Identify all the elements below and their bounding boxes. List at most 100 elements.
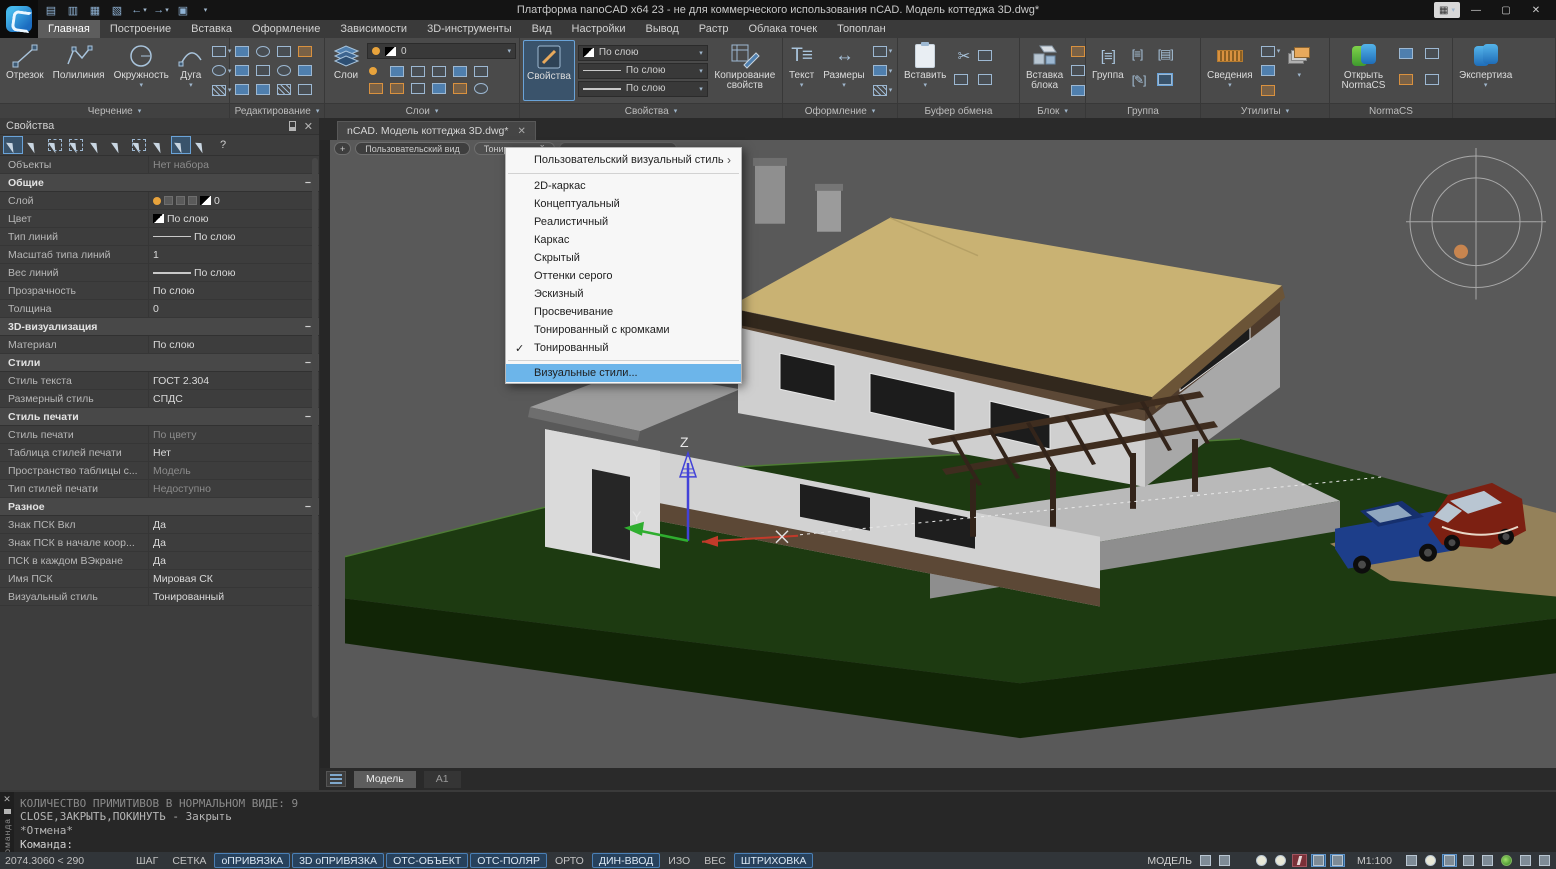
prop-row-layer[interactable]: Слой0 <box>0 192 319 210</box>
group-label-utilities[interactable]: Утилиты▾ <box>1201 103 1329 118</box>
prop-row-material[interactable]: МатериалПо слою <box>0 336 319 354</box>
group-label-layers[interactable]: Слои▾ <box>325 103 519 118</box>
toggle-3d-osnap[interactable]: 3D оПРИВЯЗКА <box>292 853 384 868</box>
prop-row-visual-style[interactable]: Визуальный стильТонированный <box>0 588 319 606</box>
command-pin-icon[interactable] <box>4 809 11 814</box>
collapse-icon[interactable]: − <box>305 321 311 333</box>
zoom-window-icon[interactable] <box>1442 854 1457 867</box>
prop-row-plot-style[interactable]: Стиль печатиПо цвету <box>0 426 319 444</box>
annotation-scale[interactable]: М1:100 <box>1357 855 1392 867</box>
select-box-button[interactable] <box>130 137 148 153</box>
explode-tool[interactable] <box>296 80 317 98</box>
ucs-status-icon[interactable] <box>1198 854 1213 867</box>
minimize-button[interactable]: — <box>1462 2 1490 18</box>
tab-constraints[interactable]: Зависимости <box>330 20 417 38</box>
prop-row-thickness[interactable]: Толщина0 <box>0 300 319 318</box>
group-label-normacs[interactable]: NormaCS <box>1330 103 1452 118</box>
prop-row-ucs-icon-on[interactable]: Знак ПСК ВклДа <box>0 516 319 534</box>
rotate-tool[interactable] <box>254 42 275 60</box>
trim-tool[interactable] <box>275 42 296 60</box>
qat-more-icon[interactable]: ▾ <box>196 3 214 17</box>
layer-lock-tool[interactable] <box>409 62 430 80</box>
command-history[interactable]: КОЛИЧЕСТВО ПРИМИТИВОВ В НОРМАЛЬНОМ ВИДЕ:… <box>14 792 1556 852</box>
arc-dropdown-icon[interactable]: ▾ <box>189 81 193 89</box>
toggle-grid[interactable]: СЕТКА <box>166 853 212 868</box>
draw-order-tool[interactable]: ▾ <box>1285 40 1313 101</box>
collapse-icon[interactable]: − <box>305 357 311 369</box>
layer-on-off-tool[interactable] <box>367 62 388 80</box>
viewport-view-pill[interactable]: Пользовательский вид <box>355 142 469 155</box>
group-named-tool[interactable]: [≡] <box>1130 45 1156 63</box>
menu-item-visual-styles[interactable]: Визуальные стили... <box>506 364 741 382</box>
viewport-add-button[interactable]: + <box>334 142 351 155</box>
tab-point-clouds[interactable]: Облака точек <box>739 20 828 38</box>
filter-button[interactable] <box>109 137 127 153</box>
insert-block-tool[interactable]: Вставка блока <box>1023 40 1066 101</box>
arc-tool[interactable]: Дуга ▾ <box>175 40 207 101</box>
fullscreen-icon[interactable] <box>1537 854 1552 867</box>
group-label-block[interactable]: Блок▾ <box>1020 103 1085 118</box>
layers-tool[interactable]: Слои <box>328 40 364 101</box>
text-tool[interactable]: T≡ Текст ▾ <box>786 40 817 101</box>
layer-walk-tool[interactable] <box>472 62 493 80</box>
toggle-ortho[interactable]: ОРТО <box>549 853 590 868</box>
tab-a1[interactable]: А1 <box>424 771 461 788</box>
group-edit-tool[interactable]: [✎] <box>1130 71 1156 89</box>
tab-annotate[interactable]: Оформление <box>242 20 330 38</box>
prop-row-lineweight[interactable]: Вес линийПо слою <box>0 264 319 282</box>
prop-row-text-style[interactable]: Стиль текстаГОСТ 2.304 <box>0 372 319 390</box>
menu-item-2d-wireframe[interactable]: 2D-каркас <box>506 177 741 195</box>
redo-icon[interactable]: →▾ <box>152 3 170 17</box>
move-tool[interactable] <box>233 42 254 60</box>
normacs-clipboard-tool[interactable] <box>1397 71 1423 89</box>
prop-row-linetype[interactable]: Тип линийПо слою <box>0 228 319 246</box>
prop-row-ucs-origin[interactable]: Знак ПСК в начале коор...Да <box>0 534 319 552</box>
group-label-drawing[interactable]: Черчение▾ <box>0 103 229 118</box>
toggle-snap[interactable]: ШАГ <box>130 853 164 868</box>
lineweight-dropdown[interactable]: По слою▾ <box>578 81 708 97</box>
select-window-button[interactable] <box>46 137 64 153</box>
group-label-clipboard[interactable]: Буфер обмена <box>898 103 1019 118</box>
layer-plot-tool[interactable] <box>430 62 451 80</box>
layer-unlock-tool[interactable] <box>409 79 430 97</box>
light-cursor-icon[interactable] <box>1254 854 1269 867</box>
menu-item-shaded-with-edges[interactable]: Тонированный с кромками <box>506 321 741 339</box>
layer-match-tool[interactable] <box>367 79 388 97</box>
select-append-button[interactable] <box>4 137 22 153</box>
table-tool[interactable]: ▾ <box>871 81 895 99</box>
fillet-tool[interactable] <box>275 61 296 79</box>
group-tool[interactable]: [≡] Группа <box>1089 40 1127 101</box>
prop-row-ucs-viewport[interactable]: ПСК в каждом ВЭкранеДа <box>0 552 319 570</box>
prop-row-ltscale[interactable]: Масштаб типа линий1 <box>0 246 319 264</box>
tab-settings[interactable]: Настройки <box>562 20 636 38</box>
group-label-group[interactable]: Группа <box>1086 103 1200 118</box>
multileader-tool[interactable]: ▾ <box>871 62 895 80</box>
layer-isolate-tool[interactable] <box>451 62 472 80</box>
block-edit-tool[interactable] <box>1069 42 1087 60</box>
menu-item-conceptual[interactable]: Концептуальный <box>506 195 741 213</box>
section-general[interactable]: Общие− <box>0 174 319 192</box>
light-icon[interactable] <box>1273 854 1288 867</box>
new-file-icon[interactable]: ▤ <box>42 3 60 17</box>
bolt-icon[interactable] <box>1292 854 1307 867</box>
section-3d-visualization[interactable]: 3D-визуализация− <box>0 318 319 336</box>
prop-row-plot-type[interactable]: Тип стилей печатиНедоступно <box>0 480 319 498</box>
block-attach-tool[interactable] <box>1069 62 1087 80</box>
tab-insert[interactable]: Вставка <box>181 20 242 38</box>
model-space-label[interactable]: МОДЕЛЬ <box>1147 855 1192 867</box>
layer-visibility-tool[interactable] <box>472 79 493 97</box>
dimensions-tool[interactable]: ↔ Размеры ▾ <box>820 40 868 101</box>
quick-properties-tool[interactable] <box>1259 81 1283 99</box>
toggle-hatch[interactable]: ШТРИХОВКА <box>734 853 814 868</box>
layer-merge-tool[interactable] <box>451 79 472 97</box>
linetype-dropdown[interactable]: По слою▾ <box>578 63 708 79</box>
command-prompt[interactable]: Команда: <box>20 838 1550 852</box>
close-button[interactable]: ✕ <box>1522 2 1550 18</box>
prop-row-transparency[interactable]: ПрозрачностьПо слою <box>0 282 319 300</box>
copy-clip-tool[interactable] <box>952 71 976 89</box>
layer-select-dropdown[interactable]: 0 ▾ <box>367 43 516 59</box>
prop-row-plot-space[interactable]: Пространство таблицы с...Модель <box>0 462 319 480</box>
prop-row-ucs-name[interactable]: Имя ПСКМировая СК <box>0 570 319 588</box>
save-all-icon[interactable]: ▧ <box>108 3 126 17</box>
measure-tool[interactable]: Сведения ▾ <box>1204 40 1256 101</box>
